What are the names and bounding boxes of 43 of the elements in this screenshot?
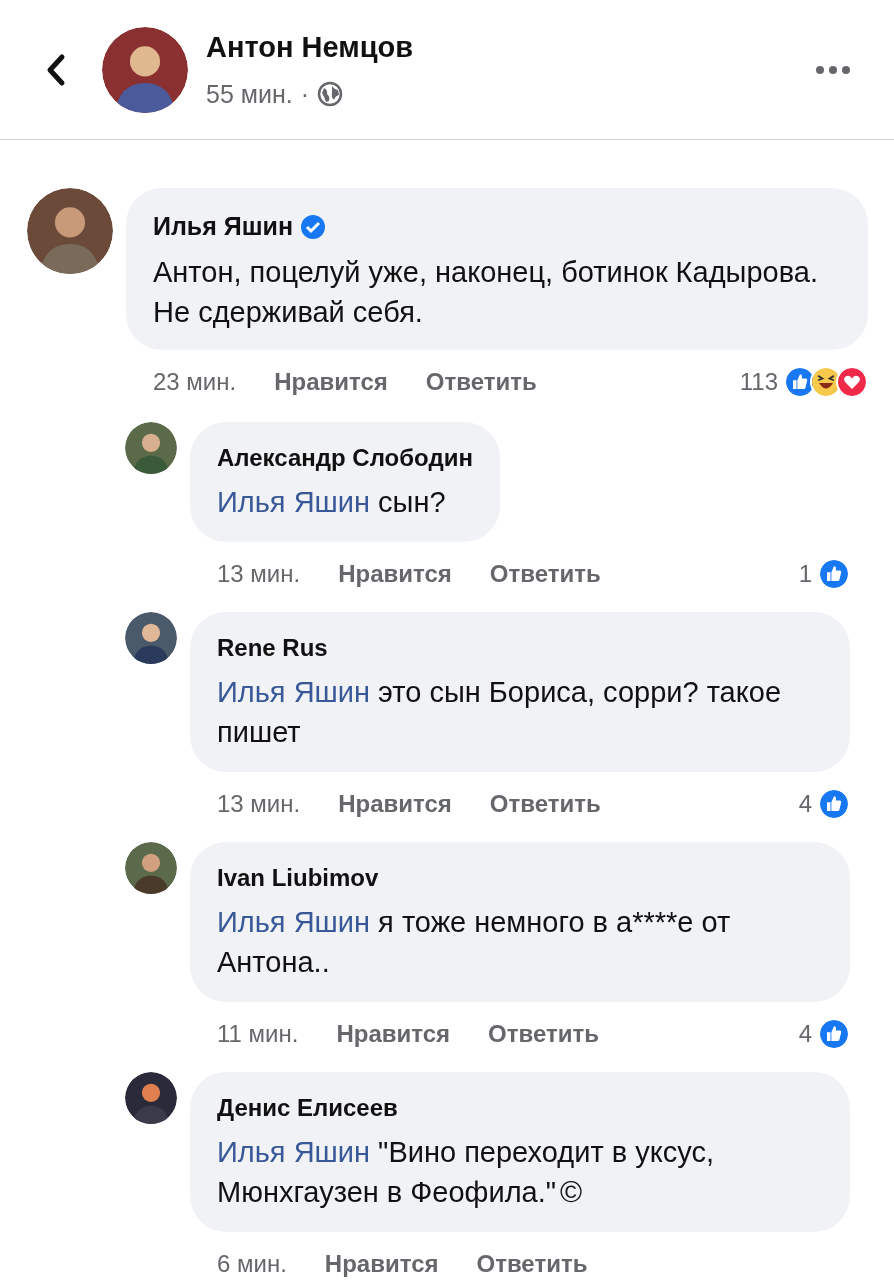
comment-text: Антон, поцелуй уже, наконец, ботинок Кадырова. Не сдерживай себя.: [153, 254, 819, 330]
post-time: 55 мин.: [206, 78, 293, 110]
mention-link[interactable]: Илья Яшин: [217, 905, 371, 938]
avatar[interactable]: [125, 421, 177, 474]
avatar[interactable]: [102, 26, 188, 113]
comment-text: Илья Яшин "Вино переходит в уксус, Мюнхгаузен в Феофила."©: [217, 1134, 715, 1210]
like-link[interactable]: Нравится: [338, 785, 452, 822]
comment-text: Илья Яшин это сын Бориса, сорри? такое пишет: [217, 674, 783, 750]
mention-link[interactable]: Илья Яшин: [217, 485, 371, 518]
more-icon: [815, 64, 851, 75]
reply-link[interactable]: Ответить: [489, 785, 601, 822]
like-link[interactable]: Нравится: [336, 1015, 451, 1052]
author-name[interactable]: Антон Немцов: [206, 26, 808, 70]
reaction-count: 1: [798, 558, 812, 589]
comment-time: 6 мин.: [217, 1248, 287, 1279]
comment-text: Илья Яшин сын?: [217, 484, 447, 520]
commenter-name[interactable]: Александр Слободин: [217, 439, 473, 476]
like-link[interactable]: Нравится: [338, 555, 452, 592]
reply-link[interactable]: Ответить: [488, 1015, 599, 1052]
reaction-count: 4: [798, 1018, 812, 1049]
avatar[interactable]: [125, 611, 177, 664]
mention-link[interactable]: Илья Яшин: [217, 1135, 371, 1168]
comment-time: 13 мин.: [217, 788, 301, 819]
separator-dot: ·: [300, 78, 309, 110]
avatar[interactable]: [27, 188, 113, 274]
commenter-name[interactable]: Ivan Liubimov: [217, 859, 379, 896]
avatar[interactable]: [125, 1071, 177, 1124]
reaction-count: 4: [798, 788, 812, 819]
reply-link[interactable]: Ответить: [489, 555, 601, 592]
mention-link[interactable]: Илья Яшин: [217, 675, 371, 708]
like-link[interactable]: Нравится: [274, 363, 388, 400]
reply-link[interactable]: Ответить: [425, 363, 537, 400]
like-link[interactable]: Нравится: [324, 1245, 439, 1280]
reaction-count: 113: [739, 366, 778, 397]
reply-link[interactable]: Ответить: [476, 1245, 588, 1280]
comment-time: 13 мин.: [217, 558, 301, 589]
avatar[interactable]: [125, 841, 177, 894]
comment-time: 11 мин.: [217, 1018, 299, 1049]
commenter-name[interactable]: Илья Яшин: [153, 208, 294, 246]
comment-text: Илья Яшин я тоже немного в а****е от Антона..: [217, 904, 732, 980]
commenter-name[interactable]: Rene Rus: [217, 629, 328, 666]
comment-time: 23 мин.: [153, 366, 237, 397]
commenter-name[interactable]: Денис Елисеев: [217, 1089, 398, 1126]
